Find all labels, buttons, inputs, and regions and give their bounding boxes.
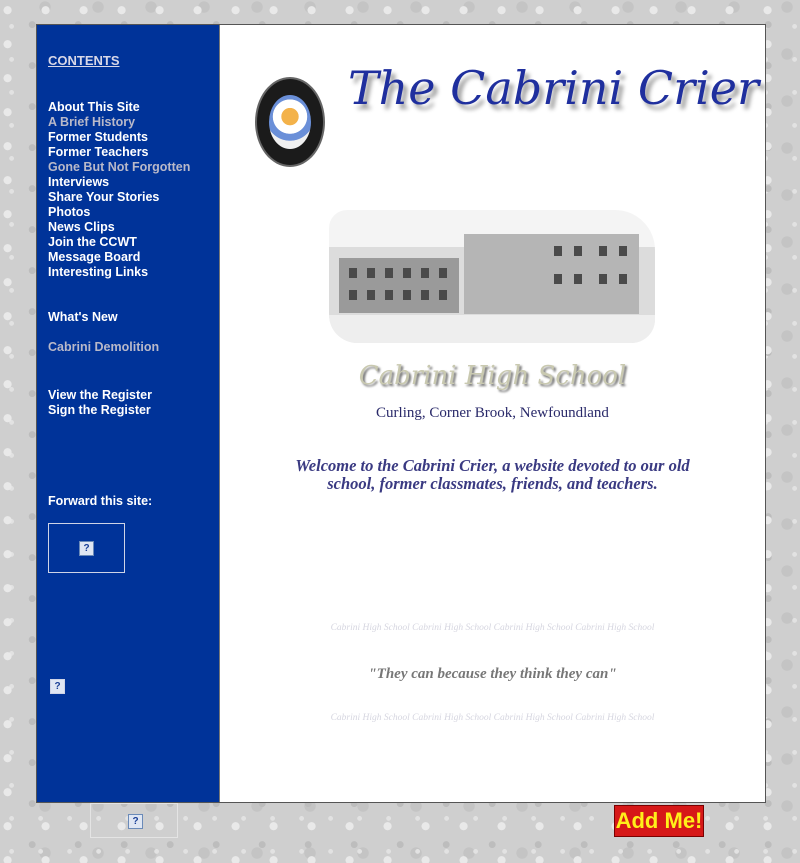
school-name-heading: Cabrini High School bbox=[358, 361, 627, 391]
site-title: The Cabrini Crier bbox=[348, 61, 759, 115]
crest-emblem bbox=[269, 95, 311, 149]
view-register-link[interactable]: View the Register bbox=[48, 388, 152, 402]
menu-item-brief-history[interactable]: A Brief History bbox=[48, 115, 190, 130]
menu-item-message-board[interactable]: Message Board bbox=[48, 250, 190, 265]
menu-item-former-teachers[interactable]: Former Teachers bbox=[48, 145, 190, 160]
watermark-text-top: Cabrini High School Cabrini High School … bbox=[330, 623, 655, 633]
main-content: The Cabrini Crier Cabrini High School Cu… bbox=[220, 25, 765, 802]
menu-item-photos[interactable]: Photos bbox=[48, 205, 190, 220]
menu-item-gone-not-forgotten[interactable]: Gone But Not Forgotten bbox=[48, 160, 190, 175]
page-frame: CONTENTS About This Site A Brief History… bbox=[36, 24, 766, 803]
location-text: Curling, Corner Brook, Newfoundland bbox=[376, 405, 609, 421]
whats-new-link[interactable]: What's New bbox=[48, 310, 118, 324]
footer-counter-widget[interactable]: ? bbox=[90, 803, 178, 838]
sidebar: CONTENTS About This Site A Brief History… bbox=[37, 25, 220, 802]
forward-site-label: Forward this site: bbox=[48, 494, 153, 508]
contents-link[interactable]: CONTENTS bbox=[48, 53, 120, 68]
building-wing-right bbox=[464, 234, 639, 314]
school-motto-quote: "They can because they think they can" bbox=[368, 666, 617, 682]
menu-item-news-clips[interactable]: News Clips bbox=[48, 220, 190, 235]
menu-item-former-students[interactable]: Former Students bbox=[48, 130, 190, 145]
menu-item-share-stories[interactable]: Share Your Stories bbox=[48, 190, 190, 205]
menu-item-about[interactable]: About This Site bbox=[48, 100, 190, 115]
forward-site-widget[interactable]: ? bbox=[48, 523, 125, 573]
welcome-message: Welcome to the Cabrini Crier, a website … bbox=[295, 456, 690, 493]
broken-image-icon: ? bbox=[128, 814, 143, 829]
building-wing-left bbox=[339, 258, 459, 313]
broken-image-icon: ? bbox=[79, 541, 94, 556]
menu-item-interviews[interactable]: Interviews bbox=[48, 175, 190, 190]
watermark-text-bottom: Cabrini High School Cabrini High School … bbox=[330, 713, 655, 723]
add-me-button[interactable]: Add Me! bbox=[614, 805, 704, 837]
school-building-photo bbox=[329, 210, 655, 343]
menu-item-interesting-links[interactable]: Interesting Links bbox=[48, 265, 190, 280]
sign-register-link[interactable]: Sign the Register bbox=[48, 403, 151, 417]
school-crest-logo bbox=[255, 77, 325, 167]
menu-item-join-ccwt[interactable]: Join the CCWT bbox=[48, 235, 190, 250]
broken-image-icon[interactable]: ? bbox=[50, 679, 65, 694]
cabrini-demolition-link[interactable]: Cabrini Demolition bbox=[48, 340, 159, 354]
snow-ground bbox=[329, 315, 655, 343]
sidebar-menu: About This Site A Brief History Former S… bbox=[48, 100, 190, 280]
